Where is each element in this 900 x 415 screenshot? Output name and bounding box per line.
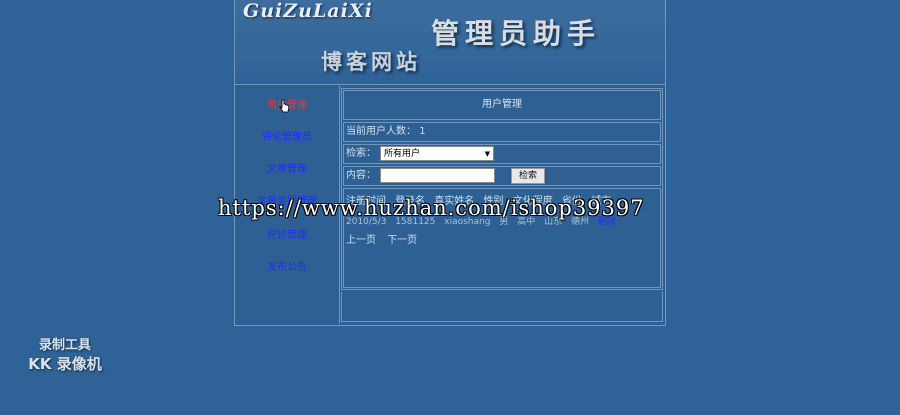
search-label: 内容：: [346, 170, 376, 181]
user-filter-select[interactable]: 所有用户 ▼: [380, 146, 494, 161]
search-input[interactable]: [380, 168, 495, 183]
next-page-link[interactable]: 下一页: [387, 235, 417, 246]
search-row: 内容： 检索: [343, 166, 661, 186]
recorder-logo: 录制工具 KK 录像机: [20, 334, 110, 374]
app-title: 管理员助手: [431, 17, 602, 50]
sidebar-item-comment-management[interactable]: 评论管理: [235, 226, 339, 241]
recorder-logo-line1: 录制工具: [38, 338, 91, 353]
filter-label: 检索：: [346, 148, 376, 159]
dropdown-arrow-icon: ▼: [484, 150, 490, 158]
user-count-label: 当前用户人数：: [346, 126, 416, 137]
panel-title: 用户管理: [343, 90, 661, 120]
watermark-url: https://www.huzhan.com/ishop39397: [218, 196, 645, 220]
mouse-cursor-icon: [279, 99, 290, 113]
user-filter-value: 所有用户: [384, 149, 421, 159]
sidebar-item-comment-admin[interactable]: 评论管理员: [235, 128, 339, 143]
sidebar-item-article-management[interactable]: 文章管理: [235, 160, 339, 175]
search-button[interactable]: 检索: [511, 168, 545, 184]
user-count-row: 当前用户人数： 1: [343, 122, 661, 142]
sidebar-item-publish-notice[interactable]: 发布公告: [235, 258, 339, 273]
brand-script-logo: GuiZuLaiXi: [243, 0, 373, 22]
footer-strip: [341, 292, 663, 322]
site-name: 博客网站: [321, 49, 421, 74]
recorder-logo-line2: KK 录像机: [28, 355, 102, 373]
admin-frame: GuiZuLaiXi 管理员助手 博客网站 用户管理 评论管理员 文章管理 文章…: [234, 0, 666, 326]
pager: 上一页 下一页: [346, 231, 425, 246]
user-count-value: 1: [419, 126, 426, 137]
filter-row: 检索： 所有用户 ▼: [343, 144, 661, 164]
main-panel: 用户管理 当前用户人数： 1 检索： 所有用户 ▼ 内容： 检索 注册时间 登录…: [341, 88, 663, 290]
prev-page-link[interactable]: 上一页: [346, 235, 376, 246]
header-banner: GuiZuLaiXi 管理员助手 博客网站: [235, 0, 665, 85]
